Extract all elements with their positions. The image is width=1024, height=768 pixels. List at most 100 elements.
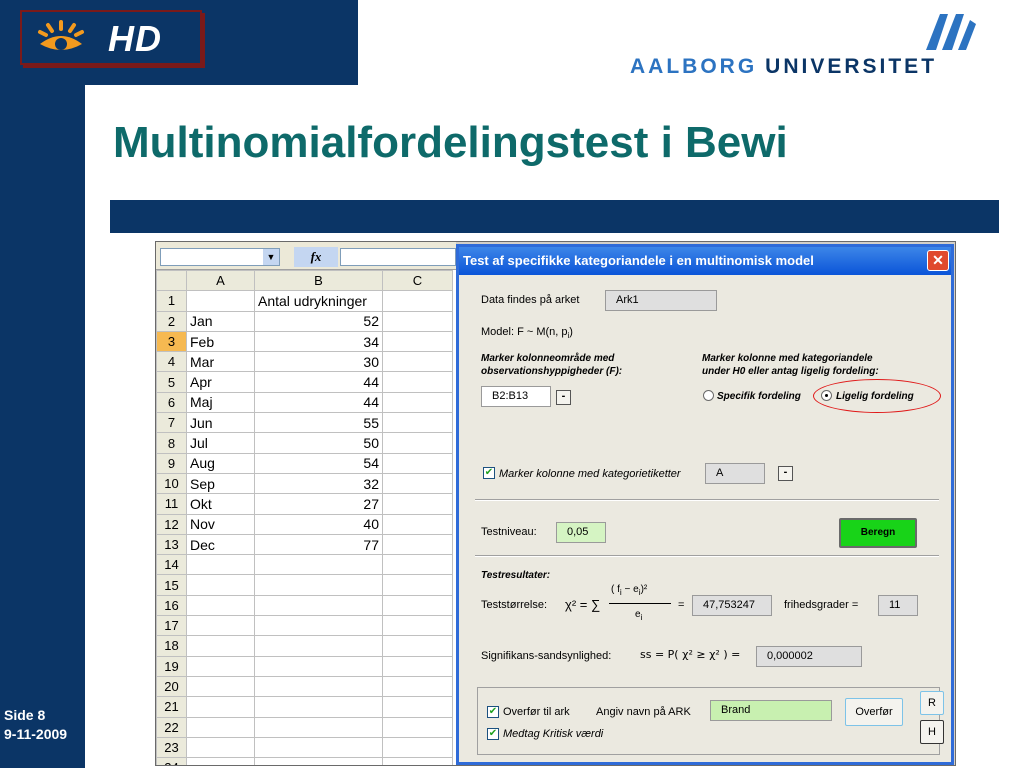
cell-b[interactable] xyxy=(254,675,383,698)
cell-a[interactable]: Maj xyxy=(186,391,255,414)
cell-a[interactable] xyxy=(186,594,255,617)
cell-c[interactable] xyxy=(382,452,453,474)
cell-a[interactable]: Jun xyxy=(186,412,255,434)
row-header[interactable]: 20 xyxy=(156,675,187,698)
cell-b[interactable]: 34 xyxy=(254,330,383,353)
cell-b[interactable]: 52 xyxy=(254,310,383,332)
cell-b[interactable] xyxy=(254,554,383,576)
row-header[interactable]: 10 xyxy=(156,472,187,495)
cell-b[interactable]: 54 xyxy=(254,452,383,474)
include-critical-value-checkbox[interactable]: ✔ xyxy=(487,728,499,740)
cell-b[interactable]: 27 xyxy=(254,493,383,515)
transfer-to-sheet-checkbox[interactable]: ✔ xyxy=(487,706,499,718)
row-header[interactable]: 23 xyxy=(156,736,187,759)
cell-a[interactable] xyxy=(186,696,255,718)
cell-c[interactable] xyxy=(382,696,453,718)
cell-b[interactable]: 30 xyxy=(254,351,383,373)
cell-b[interactable]: 44 xyxy=(254,371,383,393)
cell-a[interactable]: Feb xyxy=(186,330,255,353)
cell-a[interactable]: Mar xyxy=(186,351,255,373)
cell-c[interactable] xyxy=(382,432,453,454)
row-header[interactable]: 6 xyxy=(156,391,187,414)
name-box[interactable]: ▼ xyxy=(160,248,280,266)
cell-a[interactable] xyxy=(186,655,255,677)
row-header[interactable]: 2 xyxy=(156,310,187,332)
cell-a[interactable] xyxy=(186,716,255,738)
function-icon[interactable]: fx xyxy=(294,247,338,267)
category-labels-field[interactable]: A xyxy=(705,463,765,484)
cell-a[interactable] xyxy=(186,615,255,637)
cell-a[interactable] xyxy=(186,736,255,759)
cell-b[interactable] xyxy=(254,736,383,759)
cell-c[interactable] xyxy=(382,574,453,596)
cell-c[interactable] xyxy=(382,513,453,535)
cell-b[interactable] xyxy=(254,757,383,765)
cell-c[interactable] xyxy=(382,533,453,556)
cell-b[interactable] xyxy=(254,574,383,596)
sheet-name-field[interactable]: Brand xyxy=(710,700,832,721)
cell-c[interactable] xyxy=(382,594,453,617)
row-header[interactable]: 16 xyxy=(156,594,187,617)
row-header[interactable]: 19 xyxy=(156,655,187,677)
row-header[interactable]: 4 xyxy=(156,351,187,373)
cell-c[interactable] xyxy=(382,716,453,738)
cell-a[interactable] xyxy=(186,554,255,576)
cell-b[interactable]: 50 xyxy=(254,432,383,454)
cell-a[interactable]: Okt xyxy=(186,493,255,515)
row-header[interactable]: 3 xyxy=(156,330,187,353)
cell-a[interactable]: Sep xyxy=(186,472,255,495)
close-button[interactable]: ✕ xyxy=(927,250,949,271)
cell-c[interactable] xyxy=(382,391,453,414)
cell-c[interactable] xyxy=(382,371,453,393)
cell-c[interactable] xyxy=(382,757,453,765)
row-header[interactable]: 21 xyxy=(156,696,187,718)
radio-specific-distribution[interactable] xyxy=(703,390,714,401)
cell-c[interactable] xyxy=(382,736,453,759)
cell-b[interactable] xyxy=(254,696,383,718)
row-header[interactable]: 22 xyxy=(156,716,187,738)
cell-b[interactable]: 40 xyxy=(254,513,383,535)
row-header[interactable]: 18 xyxy=(156,635,187,657)
cell-b[interactable] xyxy=(254,716,383,738)
transfer-button[interactable]: Overfør xyxy=(845,698,903,726)
cell-a[interactable]: Aug xyxy=(186,452,255,474)
cell-b[interactable]: Antal udrykninger xyxy=(254,290,383,312)
row-header[interactable]: 5 xyxy=(156,371,187,393)
cell-b[interactable] xyxy=(254,635,383,657)
category-labels-collapse-button[interactable]: - xyxy=(778,466,793,481)
cell-c[interactable] xyxy=(382,310,453,332)
cell-c[interactable] xyxy=(382,635,453,657)
cell-b[interactable]: 55 xyxy=(254,412,383,434)
cell-a[interactable]: Jul xyxy=(186,432,255,454)
cell-b[interactable]: 44 xyxy=(254,391,383,414)
row-header[interactable]: 13 xyxy=(156,533,187,556)
row-header[interactable]: 11 xyxy=(156,493,187,515)
r-button[interactable]: R xyxy=(920,691,944,715)
cell-b[interactable] xyxy=(254,655,383,677)
cell-a[interactable]: Nov xyxy=(186,513,255,535)
row-header[interactable]: 1 xyxy=(156,290,187,312)
row-header[interactable]: 17 xyxy=(156,615,187,637)
column-header-a[interactable]: A xyxy=(186,269,255,292)
cell-a[interactable] xyxy=(186,290,255,312)
obs-range-collapse-button[interactable]: - xyxy=(556,390,571,405)
row-header[interactable]: 14 xyxy=(156,554,187,576)
h-button[interactable]: H xyxy=(920,720,944,744)
row-header[interactable]: 9 xyxy=(156,452,187,474)
cell-c[interactable] xyxy=(382,655,453,677)
cell-c[interactable] xyxy=(382,554,453,576)
cell-b[interactable]: 77 xyxy=(254,533,383,556)
cell-c[interactable] xyxy=(382,472,453,495)
formula-input[interactable] xyxy=(340,248,456,266)
column-header-b[interactable]: B xyxy=(254,269,383,292)
cell-c[interactable] xyxy=(382,615,453,637)
cell-b[interactable]: 32 xyxy=(254,472,383,495)
cell-a[interactable] xyxy=(186,635,255,657)
obs-range-field[interactable]: B2:B13 xyxy=(481,386,551,407)
radio-specific-label[interactable]: Specifik fordeling xyxy=(717,390,801,403)
chevron-down-icon[interactable]: ▼ xyxy=(263,249,279,265)
category-labels-checkbox[interactable]: ✔ xyxy=(483,467,495,479)
cell-b[interactable] xyxy=(254,594,383,617)
cell-b[interactable] xyxy=(254,615,383,637)
cell-a[interactable]: Dec xyxy=(186,533,255,556)
